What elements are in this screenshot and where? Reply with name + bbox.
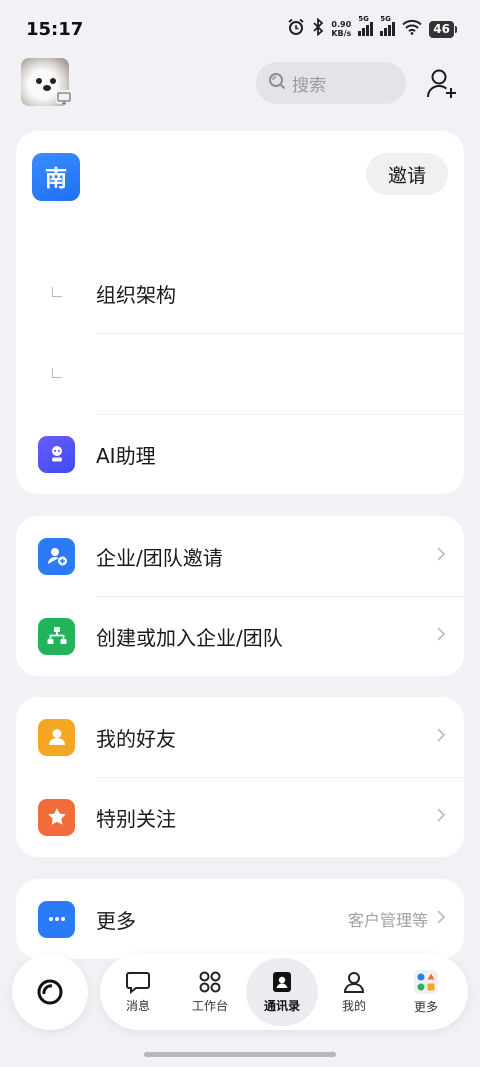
list-item-create-join-org[interactable]: 创建或加入企业/团队: [16, 596, 464, 676]
search-placeholder: 搜索: [292, 75, 326, 96]
message-icon: [126, 972, 150, 994]
list-item-label: 更多: [96, 908, 136, 933]
bottom-tab-bar: 消息 工作台 通讯录 我的 更多: [100, 954, 468, 1030]
ai-assistant-icon: [38, 435, 75, 473]
list-item-label: 特别关注: [96, 806, 176, 831]
tab-label: 消息: [125, 999, 150, 1013]
search-icon: [268, 72, 286, 95]
team-invite-icon: [38, 537, 75, 575]
list-item-department[interactable]: [16, 334, 464, 414]
list-item-label: 企业/团队邀请: [96, 545, 223, 570]
signal-label: 5G: [358, 15, 369, 23]
tab-contacts[interactable]: 通讯录: [246, 958, 318, 1026]
list-item-more[interactable]: 更多 客户管理等: [16, 879, 464, 959]
alarm-icon: [287, 18, 305, 40]
tab-label: 通讯录: [263, 999, 300, 1013]
invite-button[interactable]: 邀请: [366, 153, 448, 195]
home-indicator[interactable]: [144, 1052, 336, 1057]
chevron-right-icon: [436, 626, 446, 646]
list-item-label: AI助理: [96, 443, 156, 468]
chevron-right-icon: [436, 807, 446, 827]
battery-icon: 46: [429, 20, 457, 38]
tab-label: 工作台: [191, 999, 228, 1013]
list-item-special-follow[interactable]: 特别关注: [16, 777, 464, 857]
bluetooth-icon: [312, 17, 324, 40]
list-item-ai-assistant[interactable]: AI助理: [16, 415, 464, 493]
tab-label: 我的: [341, 999, 366, 1013]
assistant-orb-icon: [37, 979, 63, 1005]
tree-branch-icon: [52, 287, 62, 297]
friend-icon: [38, 718, 75, 756]
chevron-right-icon: [436, 727, 446, 747]
signal-icon: 5G: [380, 15, 396, 36]
workbench-icon: [199, 971, 221, 993]
search-input[interactable]: 搜索: [256, 62, 406, 104]
tab-messages[interactable]: 消息: [102, 958, 174, 1026]
tab-workbench[interactable]: 工作台: [174, 958, 246, 1026]
chevron-right-icon: [436, 546, 446, 566]
contacts-icon: [273, 972, 291, 992]
desktop-online-icon: [56, 90, 72, 105]
status-bar: 15:17 0.90 KB/s 5G 5G 46: [0, 0, 480, 56]
assistant-button[interactable]: [12, 954, 88, 1030]
org-structure-icon: [38, 617, 75, 655]
list-item-subtext: 客户管理等: [347, 911, 428, 930]
tab-more[interactable]: 更多: [390, 958, 462, 1026]
more-apps-icon: [414, 970, 438, 994]
list-item-team-invite[interactable]: 企业/团队邀请: [16, 516, 464, 596]
tab-profile[interactable]: 我的: [318, 958, 390, 1026]
chevron-right-icon: [436, 909, 446, 929]
tab-label: 更多: [413, 1000, 438, 1014]
friends-card: 我的好友 特别关注: [16, 697, 464, 857]
org-card: 南 邀请 组织架构 AI助理: [16, 131, 464, 494]
add-person-icon[interactable]: [424, 66, 460, 102]
list-item-org-structure[interactable]: 组织架构: [16, 253, 464, 333]
list-item-label: 我的好友: [96, 726, 176, 751]
list-item-my-friends[interactable]: 我的好友: [16, 697, 464, 777]
list-item-label: 创建或加入企业/团队: [96, 625, 283, 650]
net-speed-value: 0.90: [331, 20, 352, 29]
org-avatar[interactable]: 南: [32, 153, 80, 201]
list-item-label: 组织架构: [96, 282, 176, 307]
wifi-icon: [402, 19, 422, 39]
status-time: 15:17: [26, 19, 84, 40]
profile-icon: [343, 972, 365, 993]
more-dots-icon: [38, 900, 75, 938]
signal-label: 5G: [380, 15, 391, 23]
net-speed-unit: KB/s: [331, 29, 352, 38]
team-card: 企业/团队邀请 创建或加入企业/团队: [16, 516, 464, 676]
status-icons: 0.90 KB/s 5G 5G 46: [287, 15, 457, 40]
net-speed: 0.90 KB/s: [331, 20, 351, 38]
signal-icon: 5G: [358, 15, 374, 36]
star-icon: [38, 798, 75, 836]
more-card: 更多 客户管理等: [16, 879, 464, 959]
tree-branch-icon: [52, 368, 62, 378]
